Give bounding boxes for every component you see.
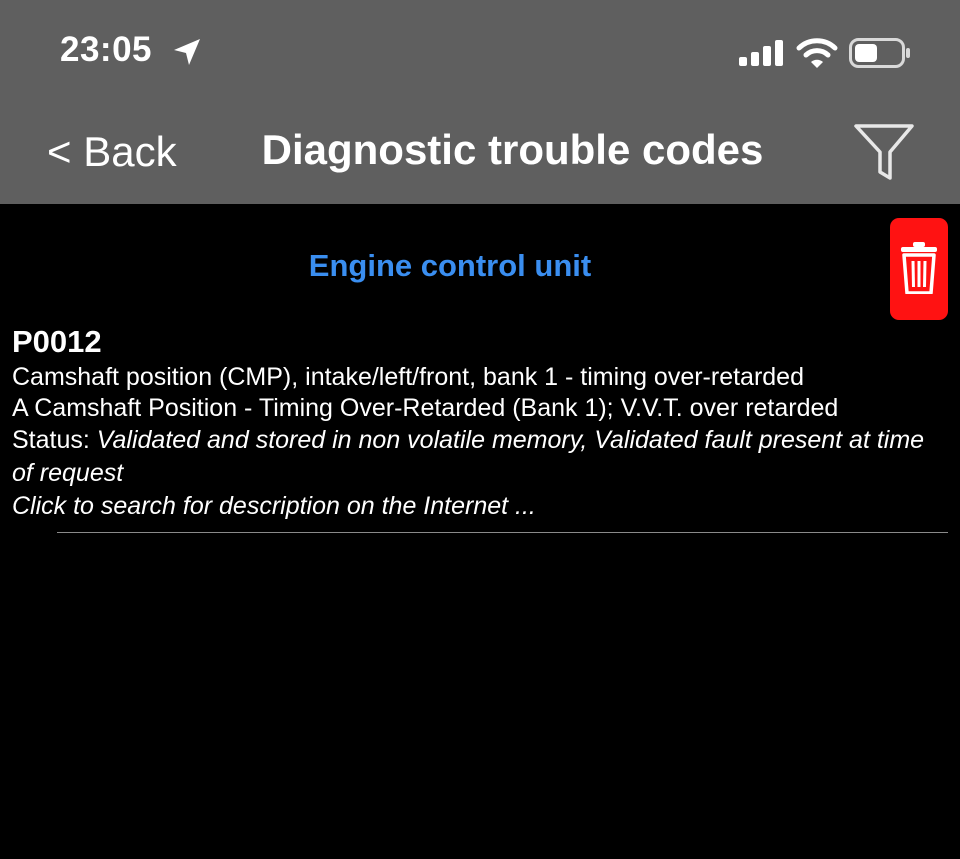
battery-icon (849, 38, 910, 68)
dtc-list-item[interactable]: P0012 Camshaft position (CMP), intake/le… (12, 320, 942, 523)
trash-icon (901, 242, 937, 294)
dtc-description-secondary: A Camshaft Position - Timing Over-Retard… (12, 394, 839, 422)
list-divider (57, 532, 948, 533)
page-title: Diagnostic trouble codes (261, 126, 764, 173)
location-arrow-icon (174, 39, 200, 65)
dtc-status: Status: Validated and stored in non vola… (12, 424, 942, 490)
filter-funnel-icon[interactable] (852, 122, 916, 184)
cellular-signal-icon (739, 40, 783, 66)
dtc-status-value: Validated and stored in non volatile mem… (12, 426, 925, 487)
wifi-icon (796, 38, 838, 68)
status-time: 23:05 (60, 30, 153, 69)
section-header-engine-control-unit: Engine control unit (308, 248, 592, 283)
navigation-bar: < Back Diagnostic trouble codes (0, 100, 960, 204)
delete-button[interactable] (890, 218, 948, 320)
internet-search-link[interactable]: Click to search for description on the I… (12, 490, 942, 523)
dtc-code: P0012 (12, 324, 102, 359)
dtc-description-primary: Camshaft position (CMP), intake/left/fro… (12, 363, 804, 391)
dtc-status-label: Status: (12, 426, 97, 454)
status-bar: 23:05 (0, 0, 960, 100)
